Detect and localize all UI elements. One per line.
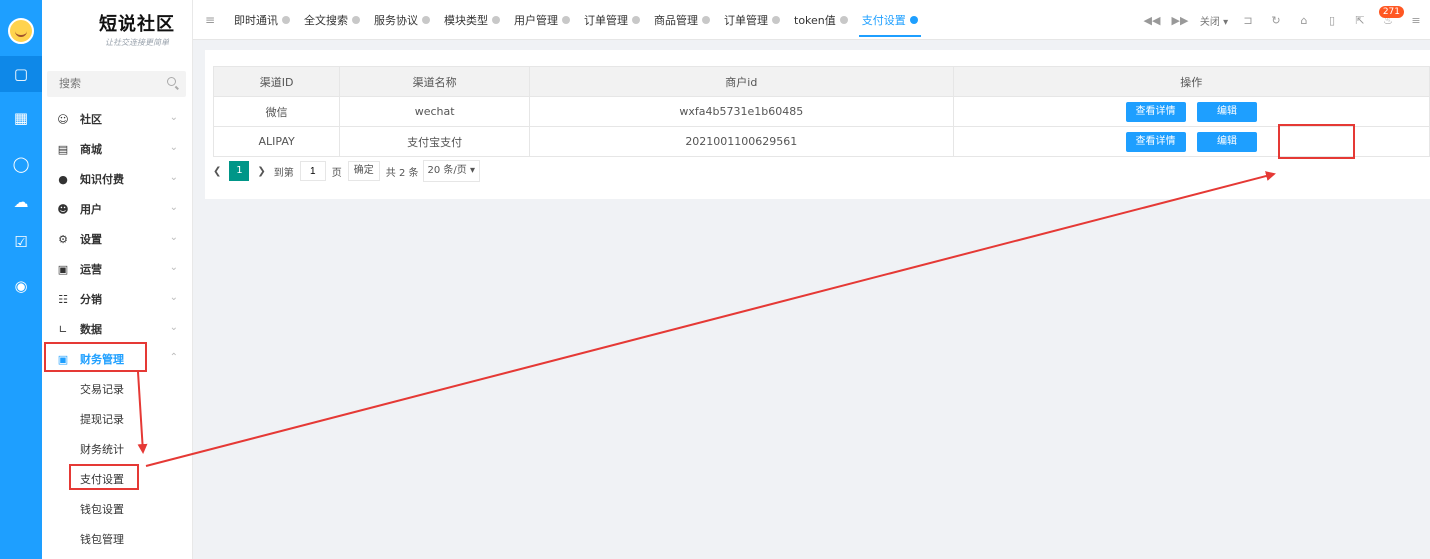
arrow-to-edit <box>145 171 1276 467</box>
arrow-down <box>137 371 148 454</box>
annotation-arrows <box>137 171 1276 467</box>
